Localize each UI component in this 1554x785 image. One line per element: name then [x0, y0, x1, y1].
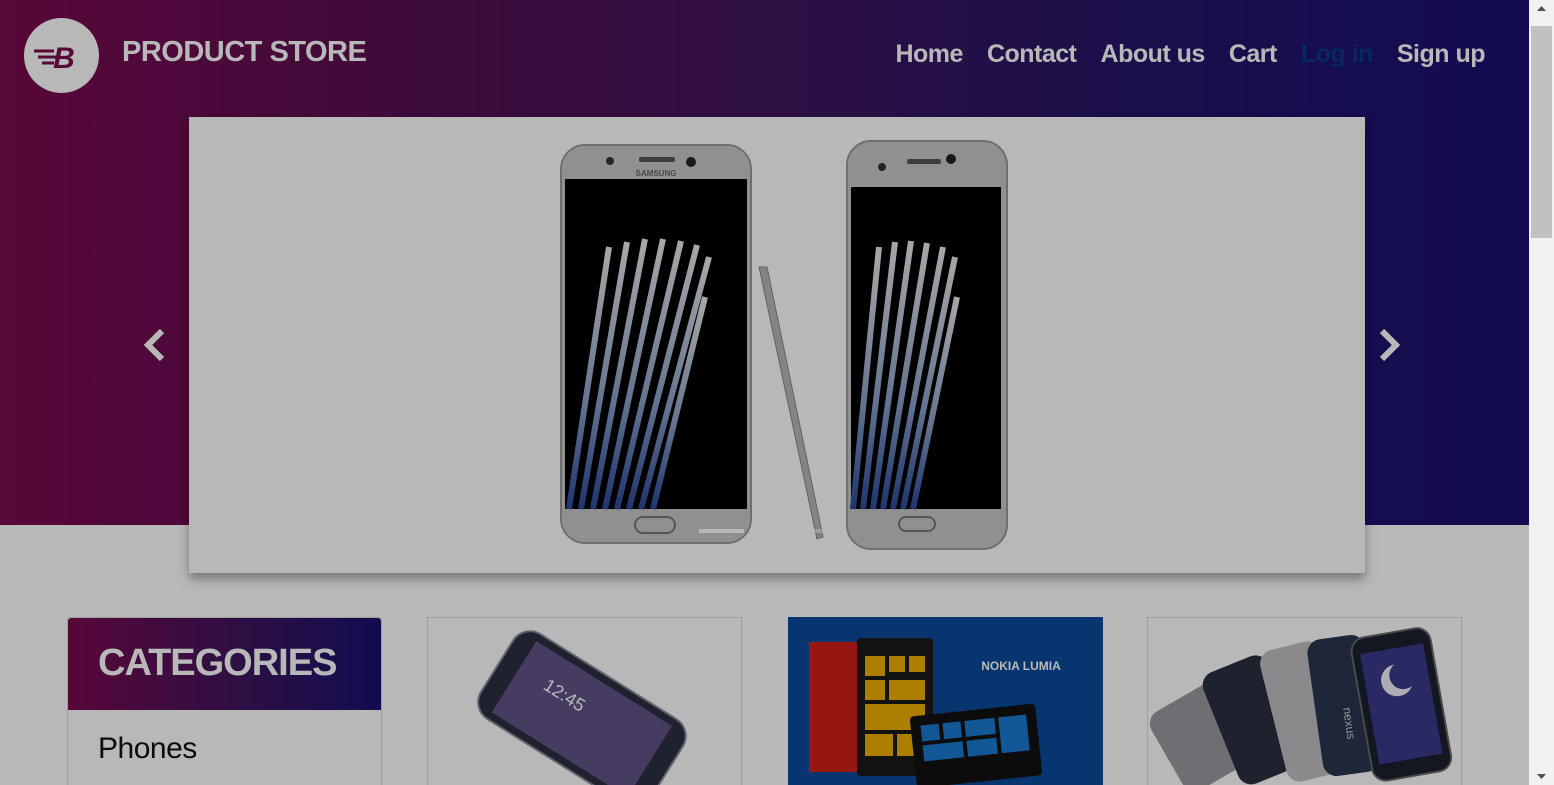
svg-text:B: B — [53, 42, 75, 75]
product-card-nexus-6[interactable]: nexus — [1147, 617, 1462, 785]
triangle-up-icon — [1537, 6, 1546, 11]
svg-text:SAMSUNG: SAMSUNG — [636, 169, 677, 178]
carousel-prev-button[interactable] — [140, 325, 170, 365]
product-card-nokia-lumia[interactable]: NOKIA LUMIA — [788, 617, 1103, 785]
brand-name[interactable]: PRODUCT STORE — [122, 36, 367, 69]
scroll-down-arrow[interactable] — [1529, 768, 1554, 785]
carousel-indicator[interactable] — [750, 529, 795, 533]
carousel-indicators — [699, 529, 846, 533]
nav-cart-link[interactable]: Cart — [1229, 40, 1278, 69]
scroll-up-arrow[interactable] — [1529, 0, 1554, 17]
carousel-next-button[interactable] — [1374, 325, 1404, 365]
svg-text:NOKIA LUMIA: NOKIA LUMIA — [981, 659, 1061, 673]
carousel-slide-image: SAMSUNG — [560, 140, 1008, 550]
page-scrollbar[interactable] — [1529, 0, 1554, 785]
nav-login-link[interactable]: Log in — [1301, 40, 1373, 69]
carousel-indicator[interactable] — [699, 529, 744, 533]
category-item-phones[interactable]: Phones — [68, 710, 381, 785]
nav-signup-link[interactable]: Sign up — [1397, 40, 1486, 69]
categories-header[interactable]: CATEGORIES — [68, 618, 381, 710]
nav-about-link[interactable]: About us — [1101, 40, 1206, 69]
nav-links: Home Contact About us Cart Log in Sign u… — [895, 40, 1485, 69]
nav-contact-link[interactable]: Contact — [987, 40, 1077, 69]
bolt-b-icon: B — [34, 42, 75, 75]
product-card-galaxy-s6[interactable]: 12:45 — [427, 617, 742, 785]
triangle-down-icon — [1537, 774, 1546, 779]
chevron-right-icon — [1379, 328, 1401, 362]
brand-logo[interactable]: B — [24, 18, 99, 93]
categories-panel: CATEGORIES Phones — [67, 617, 382, 785]
nav-home-link[interactable]: Home — [895, 40, 963, 69]
chevron-left-icon — [143, 328, 165, 362]
product-image: NOKIA LUMIA — [789, 618, 1102, 785]
product-image: nexus — [1149, 627, 1453, 785]
navbar: B PRODUCT STORE Home Contact About us Ca… — [0, 0, 1529, 110]
carousel: SAMSUNG — [189, 117, 1365, 573]
carousel-indicator[interactable] — [801, 529, 846, 533]
product-image: 12:45 — [477, 630, 687, 785]
scrollbar-thumb[interactable] — [1531, 26, 1552, 238]
